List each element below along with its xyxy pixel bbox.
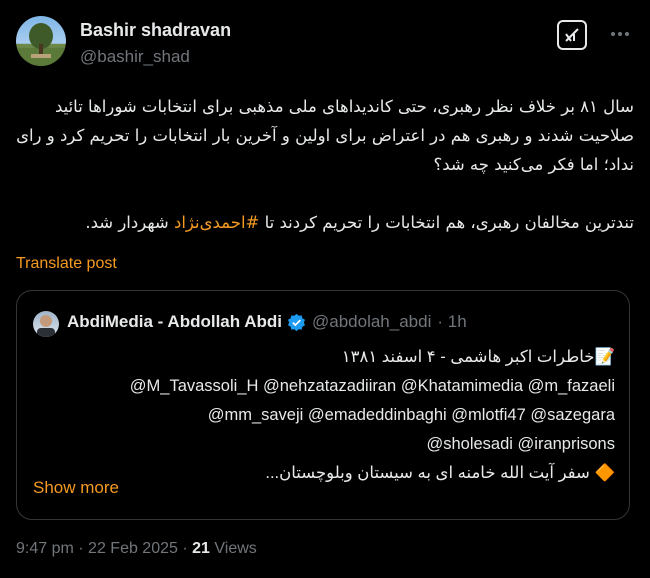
meta-separator-2: · [182, 540, 188, 557]
quote-text: 📝خاطرات اکبر هاشمی - ۴ اسفند ۱۳۸۱ @M_Tav… [33, 343, 615, 488]
quote-line-5: 🔶 سفر آیت الله خامنه ای به سیستان وبلوچس… [265, 464, 615, 482]
show-more-link[interactable]: Show more [33, 478, 119, 498]
views-label: Views [214, 540, 257, 557]
post-meta: 9:47 pm · 22 Feb 2025 · 21 Views [16, 540, 257, 558]
grok-icon [565, 28, 579, 42]
grok-button[interactable] [557, 20, 587, 50]
author-handle[interactable]: @bashir_shad [80, 47, 190, 67]
quote-author-name[interactable]: AbdiMedia - Abdollah Abdi [67, 312, 282, 332]
tweet-paragraph-1: سال ۸۱ بر خلاف نظر رهبری، حتی کاندیداهای… [16, 97, 634, 174]
views-count: 21 [192, 540, 210, 557]
more-options-button[interactable] [606, 20, 634, 48]
quoted-tweet-card[interactable]: AbdiMedia - Abdollah Abdi @abdolah_abdi … [16, 290, 630, 520]
verified-badge-icon [288, 313, 305, 331]
post-time[interactable]: 9:47 pm [16, 540, 74, 557]
quote-header: AbdiMedia - Abdollah Abdi @abdolah_abdi … [67, 312, 467, 332]
meta-separator: · [78, 540, 84, 557]
quote-author-avatar[interactable] [33, 311, 59, 337]
quote-timestamp[interactable]: · 1h [437, 312, 466, 332]
tweet-paragraph-2: تندترین مخالفان رهبری، هم انتخابات را تح… [16, 208, 634, 237]
more-options-icon [611, 32, 629, 36]
translate-post-link[interactable]: Translate post [16, 255, 117, 273]
tweet-text: سال ۸۱ بر خلاف نظر رهبری، حتی کاندیداهای… [16, 92, 634, 237]
tweet-paragraph-2-start: تندترین مخالفان رهبری، هم انتخابات را تح… [259, 213, 634, 232]
author-display-name[interactable]: Bashir shadravan [80, 20, 231, 41]
author-avatar[interactable] [16, 16, 66, 66]
quote-line-1: 📝خاطرات اکبر هاشمی - ۴ اسفند ۱۳۸۱ [341, 348, 615, 366]
post-date[interactable]: 22 Feb 2025 [88, 540, 178, 557]
quote-mentions-3[interactable]: @sholesadi @iranprisons [426, 430, 615, 459]
quote-mentions-1[interactable]: @M_Tavassoli_H @nehzatazadiiran @Khatami… [130, 372, 615, 401]
hashtag-link[interactable]: #احمدی‌نژاد [174, 213, 259, 232]
quote-mentions-2[interactable]: @mm_saveji @emadeddinbaghi @mlotfi47 @sa… [208, 401, 615, 430]
quote-author-handle[interactable]: @abdolah_abdi [312, 312, 431, 332]
tweet-paragraph-2-end: شهردار شد. [85, 213, 174, 232]
